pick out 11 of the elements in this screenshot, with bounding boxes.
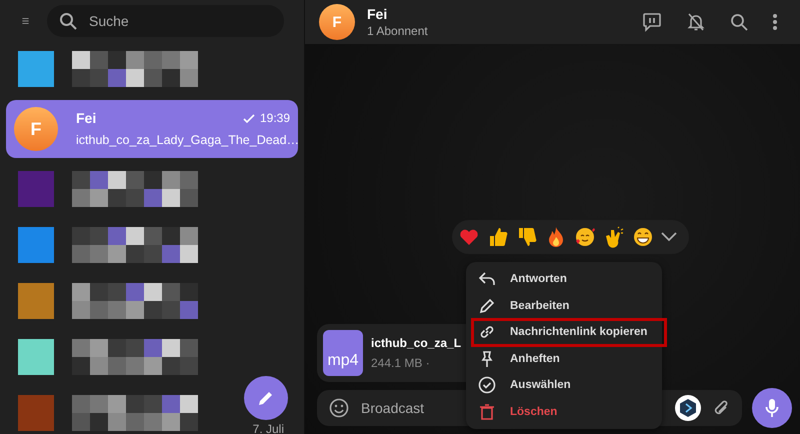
avatar: F — [319, 4, 355, 40]
subscriber-count: 1 Abonnent — [367, 24, 429, 38]
chat-time: 19:39 — [260, 111, 290, 125]
chat-name: Fei — [76, 110, 98, 126]
chat-date: 7. Juli — [252, 422, 284, 434]
avatar: F — [14, 107, 58, 151]
chat-title: Fei — [367, 6, 388, 22]
chat-preview: icthub_co_za_Lady_Gaga_The_Dead… — [76, 132, 300, 148]
file-name: icthub_co_za_L — [371, 336, 462, 350]
file-size: 244.1 MB · — [371, 356, 431, 370]
file-type-icon: mp4 — [323, 330, 363, 376]
